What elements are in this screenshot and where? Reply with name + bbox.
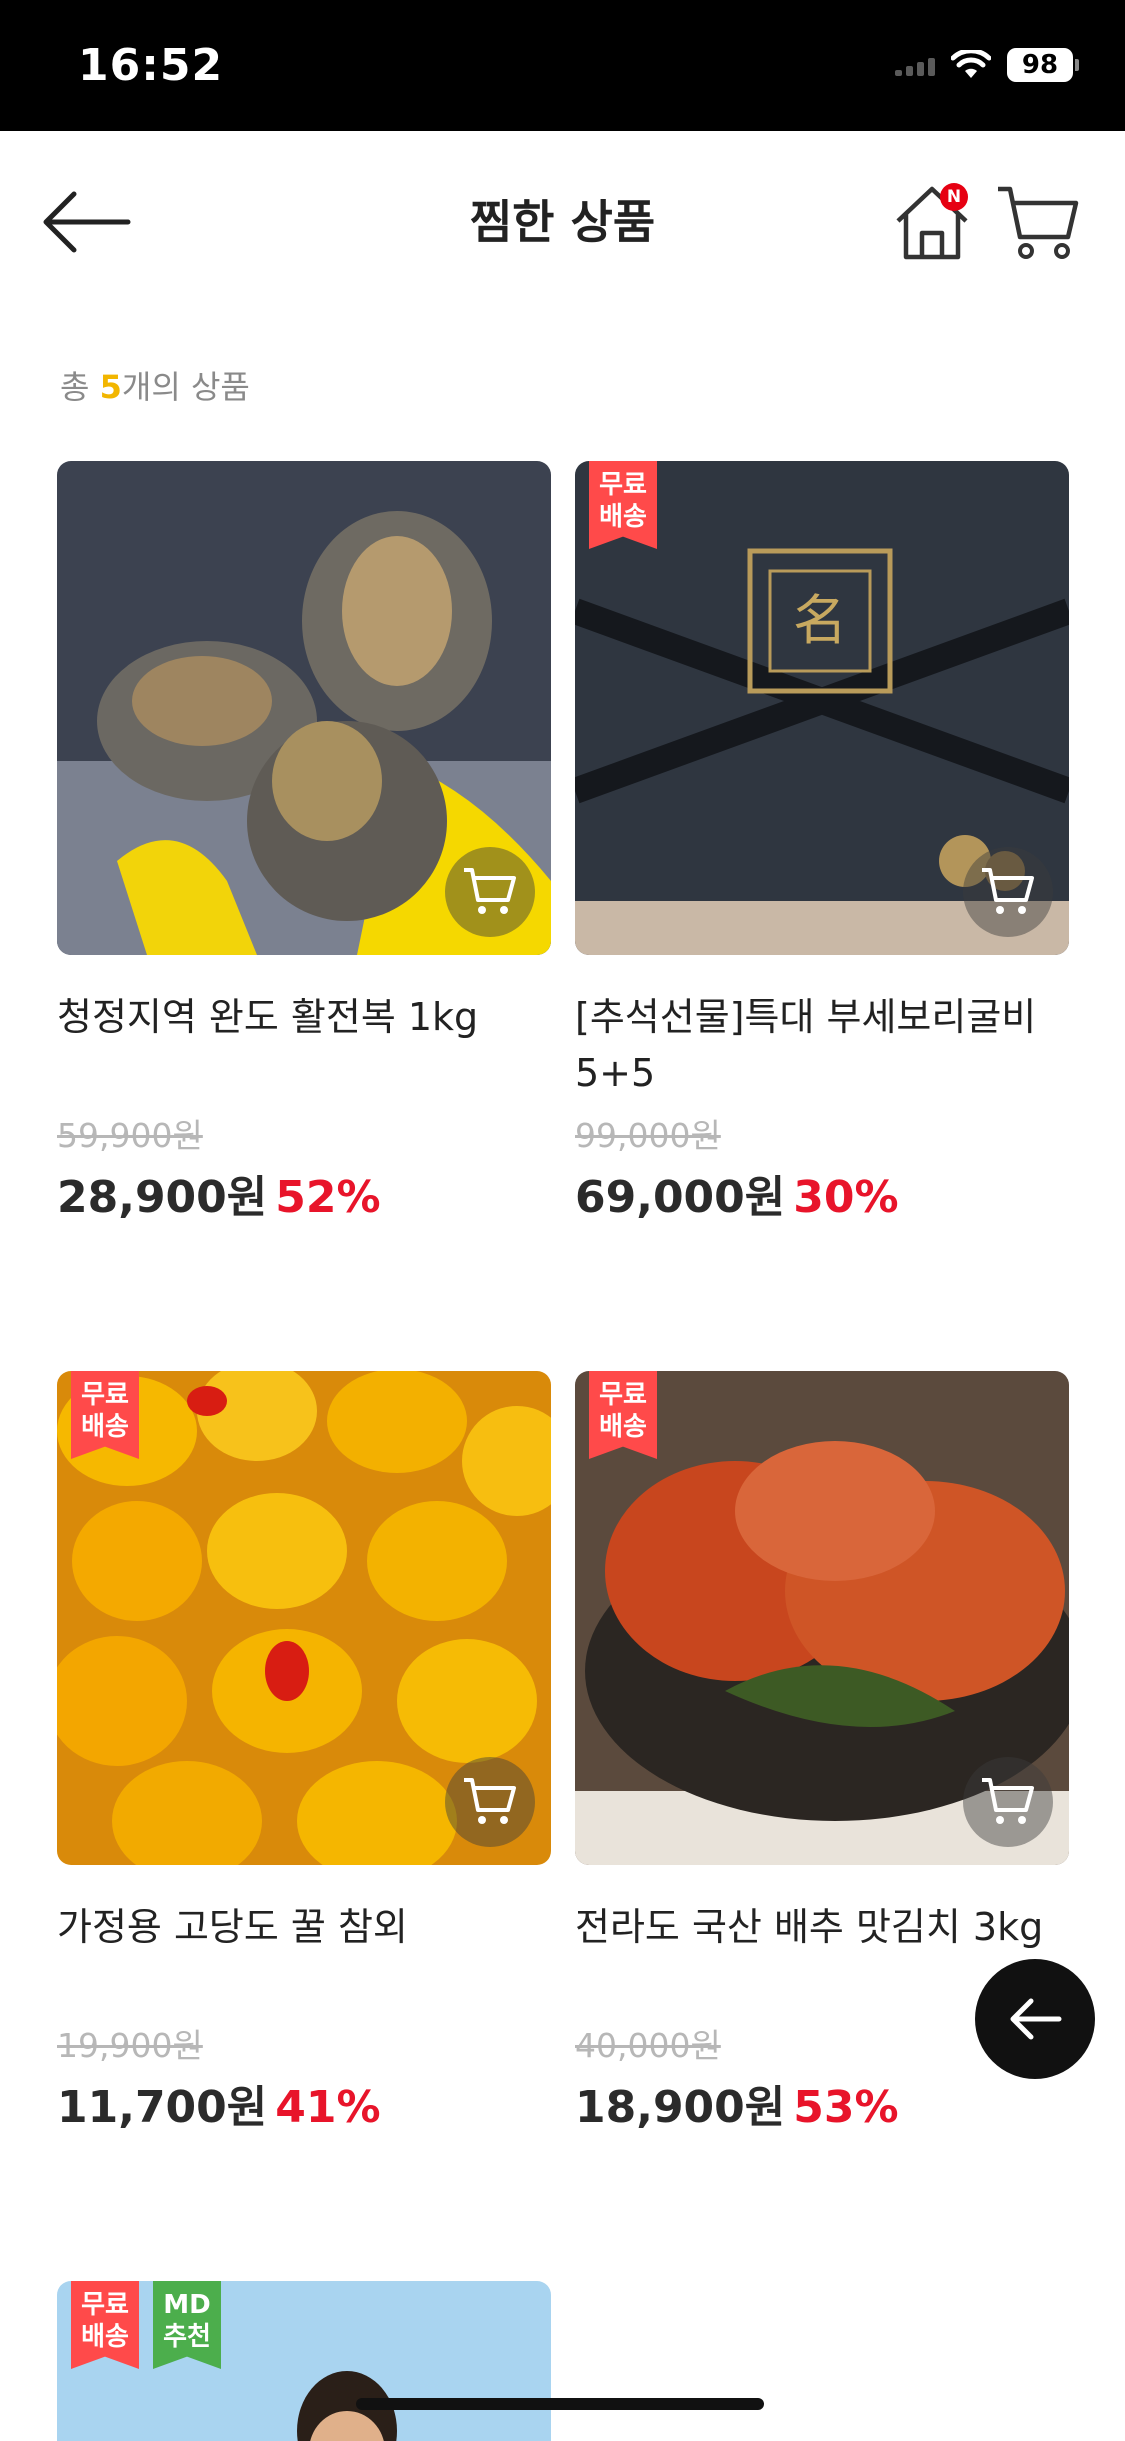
- md-pick-badge: MD 추천: [153, 2281, 221, 2369]
- svg-text:名: 名: [793, 589, 847, 652]
- home-indicator: [356, 2398, 764, 2410]
- app-header: 찜한 상품 N: [0, 131, 1125, 311]
- cart-icon: [982, 1778, 1034, 1824]
- product-card[interactable]: 무료 배송 가정용 고당도 꿀 참외 19,900원 11,700원 41%: [57, 1371, 551, 2135]
- sale-price-line: 11,700원 41%: [57, 2071, 551, 2135]
- add-to-cart-button[interactable]: [445, 847, 535, 937]
- product-name[interactable]: 가정용 고당도 꿀 참외: [57, 1899, 551, 2011]
- product-image[interactable]: 무료 배송: [57, 1371, 551, 1865]
- original-price: 19,900원: [57, 2026, 203, 2065]
- cart-icon: [464, 868, 516, 914]
- count-suffix: 개의 상품: [121, 368, 250, 406]
- product-card[interactable]: 名 무료 배송 [추석선물]특대 부세보리굴비 5+5 99,000원 69,0…: [575, 461, 1069, 1225]
- cart-icon: [464, 1778, 516, 1824]
- cart-icon: [998, 186, 1079, 259]
- product-image[interactable]: 名 무료 배송: [575, 461, 1069, 955]
- sale-price-line: 69,000원 30%: [575, 1161, 1069, 1225]
- product-count: 총 5개의 상품: [60, 362, 250, 408]
- free-shipping-badge: 무료 배송: [71, 1371, 139, 1459]
- badge-group: 무료 배송: [71, 1371, 139, 1459]
- floating-back-button[interactable]: [975, 1959, 1095, 2079]
- cart-icon: [982, 868, 1034, 914]
- product-name[interactable]: 청정지역 완도 활전복 1kg: [57, 989, 551, 1101]
- discount-rate: 52%: [275, 1172, 381, 1223]
- sale-price-line: 28,900원 52%: [57, 1161, 551, 1225]
- product-image[interactable]: 무료 배송: [575, 1371, 1069, 1865]
- badge-group: 무료 배송 MD 추천: [71, 2281, 221, 2369]
- battery-icon: 98: [1007, 48, 1079, 82]
- count-prefix: 총: [60, 368, 100, 406]
- original-price: 99,000원: [575, 1116, 721, 1155]
- count-number: 5: [99, 368, 122, 406]
- sale-price: 11,700원: [57, 2082, 268, 2133]
- add-to-cart-button[interactable]: [963, 847, 1053, 937]
- sale-price: 28,900원: [57, 1172, 268, 1223]
- discount-rate: 30%: [793, 1172, 899, 1223]
- free-shipping-badge: 무료 배송: [589, 1371, 657, 1459]
- notification-badge: N: [940, 183, 968, 211]
- status-time: 16:52: [78, 40, 224, 91]
- cart-button[interactable]: [996, 183, 1080, 263]
- status-bar: 16:52 98: [0, 0, 1125, 131]
- discount-rate: 41%: [275, 2082, 381, 2133]
- product-image[interactable]: [57, 461, 551, 955]
- product-card[interactable]: 청정지역 완도 활전복 1kg 59,900원 28,900원 52%: [57, 461, 551, 1225]
- sale-price: 69,000원: [575, 1172, 786, 1223]
- arrow-left-icon: [1010, 1998, 1062, 2040]
- sale-price: 18,900원: [575, 2082, 786, 2133]
- add-to-cart-button[interactable]: [445, 1757, 535, 1847]
- product-image[interactable]: 무료 배송 MD 추천: [57, 2281, 551, 2441]
- home-button[interactable]: N: [892, 181, 972, 261]
- discount-rate: 53%: [793, 2082, 899, 2133]
- original-price: 59,900원: [57, 1116, 203, 1155]
- badge-group: 무료 배송: [589, 461, 657, 549]
- free-shipping-badge: 무료 배송: [71, 2281, 139, 2369]
- wifi-icon: [951, 50, 991, 78]
- add-to-cart-button[interactable]: [963, 1757, 1053, 1847]
- product-name[interactable]: [추석선물]특대 부세보리굴비 5+5: [575, 989, 1069, 1101]
- cellular-signal-icon: [895, 54, 935, 76]
- free-shipping-badge: 무료 배송: [589, 461, 657, 549]
- status-icons: 98: [895, 48, 1079, 82]
- badge-group: 무료 배송: [589, 1371, 657, 1459]
- product-card[interactable]: 무료 배송 MD 추천: [57, 2281, 551, 2441]
- sale-price-line: 18,900원 53%: [575, 2071, 1069, 2135]
